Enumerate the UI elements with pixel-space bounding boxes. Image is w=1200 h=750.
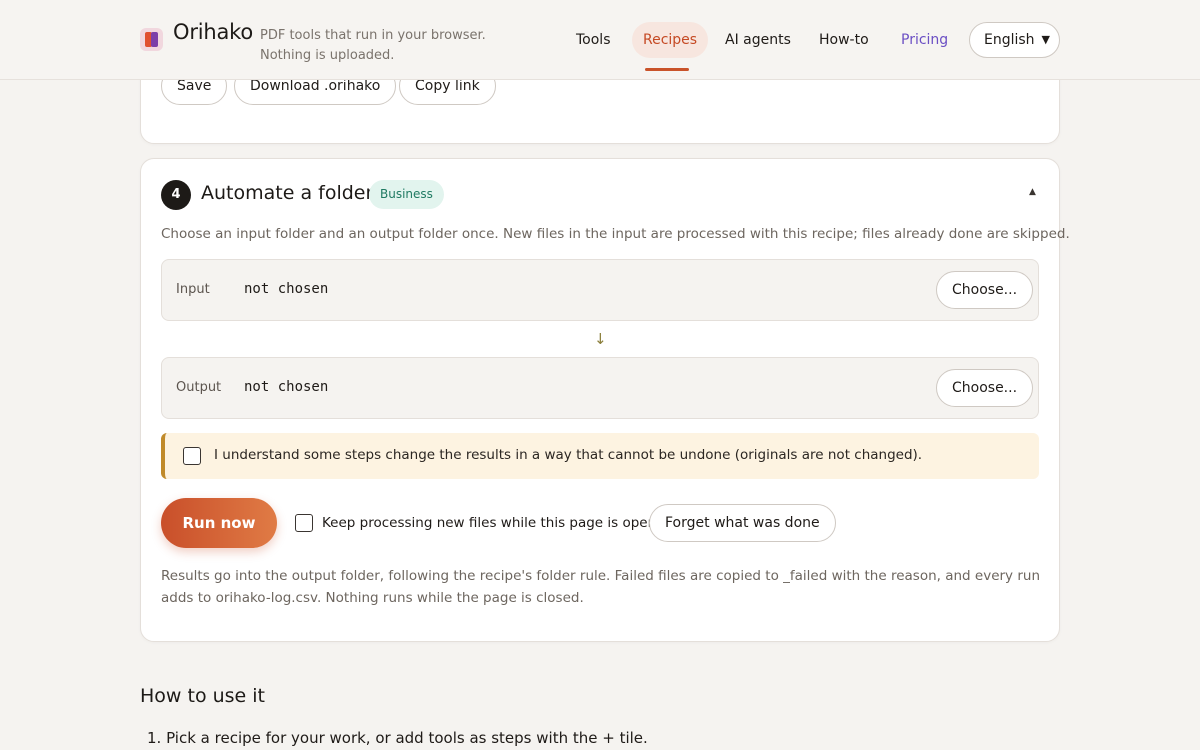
chevron-down-icon: ▼ [1041, 33, 1050, 46]
brand-tagline: PDF tools that run in your browser. Noth… [260, 28, 486, 63]
output-folder-value: not chosen [244, 379, 329, 395]
brand-name[interactable]: Orihako [173, 20, 253, 44]
acknowledge-checkbox[interactable] [183, 447, 201, 465]
how-to-use-title: How to use it [140, 685, 266, 707]
automate-description: Choose an input folder and an output fol… [161, 226, 1070, 242]
input-folder-value: not chosen [244, 281, 329, 297]
nav-tools[interactable]: Tools [565, 22, 622, 58]
input-folder-label: Input [176, 282, 210, 297]
nav-pricing[interactable]: Pricing [890, 22, 959, 58]
header-inner: Orihako PDF tools that run in your brows… [140, 0, 1060, 80]
language-select-value: English [984, 32, 1035, 48]
run-now-button[interactable]: Run now [161, 498, 277, 548]
nav-recipes[interactable]: Recipes [632, 22, 709, 58]
nav-how-to[interactable]: How-to [808, 22, 880, 58]
arrow-down-icon: ↓ [594, 330, 607, 348]
forget-what-was-done-button[interactable]: Forget what was done [649, 504, 836, 542]
choose-output-button[interactable]: Choose... [936, 369, 1034, 407]
language-select[interactable]: English ▼ [969, 22, 1060, 58]
caret-up-icon[interactable]: ▲ [1029, 187, 1036, 197]
logo-shape-right [151, 32, 158, 47]
acknowledge-text[interactable]: I understand some steps change the resul… [214, 447, 922, 463]
business-badge: Business [369, 180, 444, 209]
orihako-logo-icon[interactable] [140, 28, 163, 51]
keep-processing-checkbox[interactable] [295, 514, 313, 532]
automate-title: Automate a folder [201, 182, 374, 204]
nav-active-indicator [645, 68, 689, 71]
input-folder-row: Input not chosen Choose... [161, 259, 1039, 321]
output-folder-row: Output not chosen Choose... [161, 357, 1039, 419]
choose-input-button[interactable]: Choose... [936, 271, 1034, 309]
results-note: Results go into the output folder, follo… [161, 568, 1040, 606]
nav-ai-agents[interactable]: AI agents [714, 22, 802, 58]
step-number-badge: 4 [161, 180, 191, 210]
keep-processing-label[interactable]: Keep processing new files while this pag… [322, 515, 656, 531]
irreversible-warning: I understand some steps change the resul… [161, 433, 1039, 479]
site-header: Orihako PDF tools that run in your brows… [0, 0, 1200, 80]
how-to-use-step-1: 1. Pick a recipe for your work, or add t… [147, 729, 648, 747]
automate-folder-card: 4 Automate a folder Business ▲ Choose an… [140, 158, 1070, 642]
output-folder-label: Output [176, 380, 222, 395]
